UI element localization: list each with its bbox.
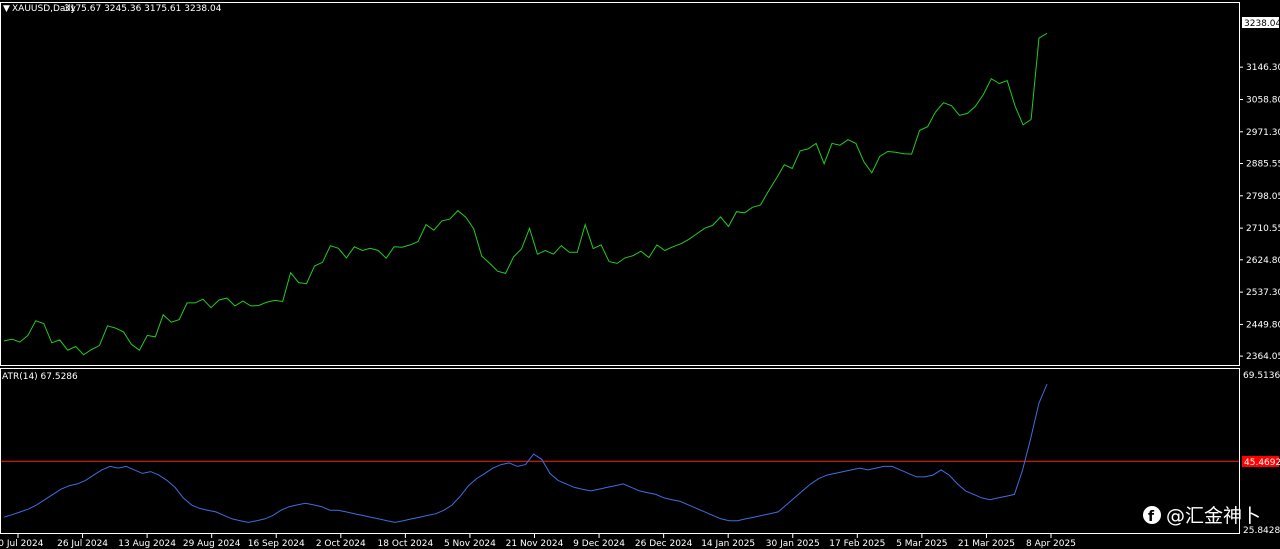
price-axis-label: 2885.55: [1246, 159, 1280, 169]
price-axis-label: 2971.30: [1246, 128, 1280, 138]
ohlc-readout: 3175.67 3245.36 3175.61 3238.04: [64, 4, 222, 14]
price-axis-label: 3058.80: [1246, 95, 1280, 105]
time-axis-label: 29 Aug 2024: [183, 539, 241, 549]
time-axis-label: 17 Feb 2025: [829, 539, 885, 549]
price-axis-label: 2624.80: [1246, 256, 1280, 266]
symbol-dropdown-icon[interactable]: ▼: [3, 4, 10, 14]
price-axis-label: 3146.30: [1246, 63, 1280, 73]
price-axis-label: 2710.55: [1246, 224, 1280, 234]
price-axis-label: 2798.05: [1246, 192, 1280, 202]
time-axis-label: 5 Nov 2024: [444, 539, 496, 549]
facebook-icon-glyph: f: [1148, 509, 1155, 525]
time-axis-label: 10 Jul 2024: [0, 539, 44, 549]
current-price-label: 3238.04: [1244, 19, 1280, 29]
price-axis-label: 2537.30: [1246, 288, 1280, 298]
time-axis-label: 21 Nov 2024: [506, 539, 564, 549]
time-axis-label: 5 Mar 2025: [896, 539, 947, 549]
time-axis-label: 14 Jan 2025: [701, 539, 755, 549]
time-axis-label: 26 Jul 2024: [57, 539, 108, 549]
atr-min-label: 25.8428: [1243, 526, 1280, 536]
time-axis-label: 9 Dec 2024: [573, 539, 625, 549]
time-axis-label: 8 Apr 2025: [1026, 539, 1076, 549]
time-axis-label: 21 Mar 2025: [958, 539, 1015, 549]
price-axis-label: 2364.05: [1246, 352, 1280, 362]
chart-root: ▼ XAUUSD,Daily 3175.67 3245.36 3175.61 3…: [0, 0, 1280, 549]
background: [0, 0, 1280, 549]
time-axis-label: 16 Sep 2024: [248, 539, 305, 549]
time-axis-label: 26 Dec 2024: [635, 539, 693, 549]
price-axis-label: 2449.80: [1246, 320, 1280, 330]
atr-level-label: 45.4692: [1244, 458, 1280, 468]
atr-max-label: 69.5136: [1243, 371, 1280, 381]
time-axis-label: 18 Oct 2024: [378, 539, 434, 549]
indicator-title: ATR(14) 67.5286: [2, 372, 78, 382]
time-axis-label: 2 Oct 2024: [316, 539, 366, 549]
time-axis-label: 30 Jan 2025: [766, 539, 820, 549]
watermark-text: @汇金神卜: [1166, 505, 1261, 527]
time-axis-label: 13 Aug 2024: [118, 539, 176, 549]
